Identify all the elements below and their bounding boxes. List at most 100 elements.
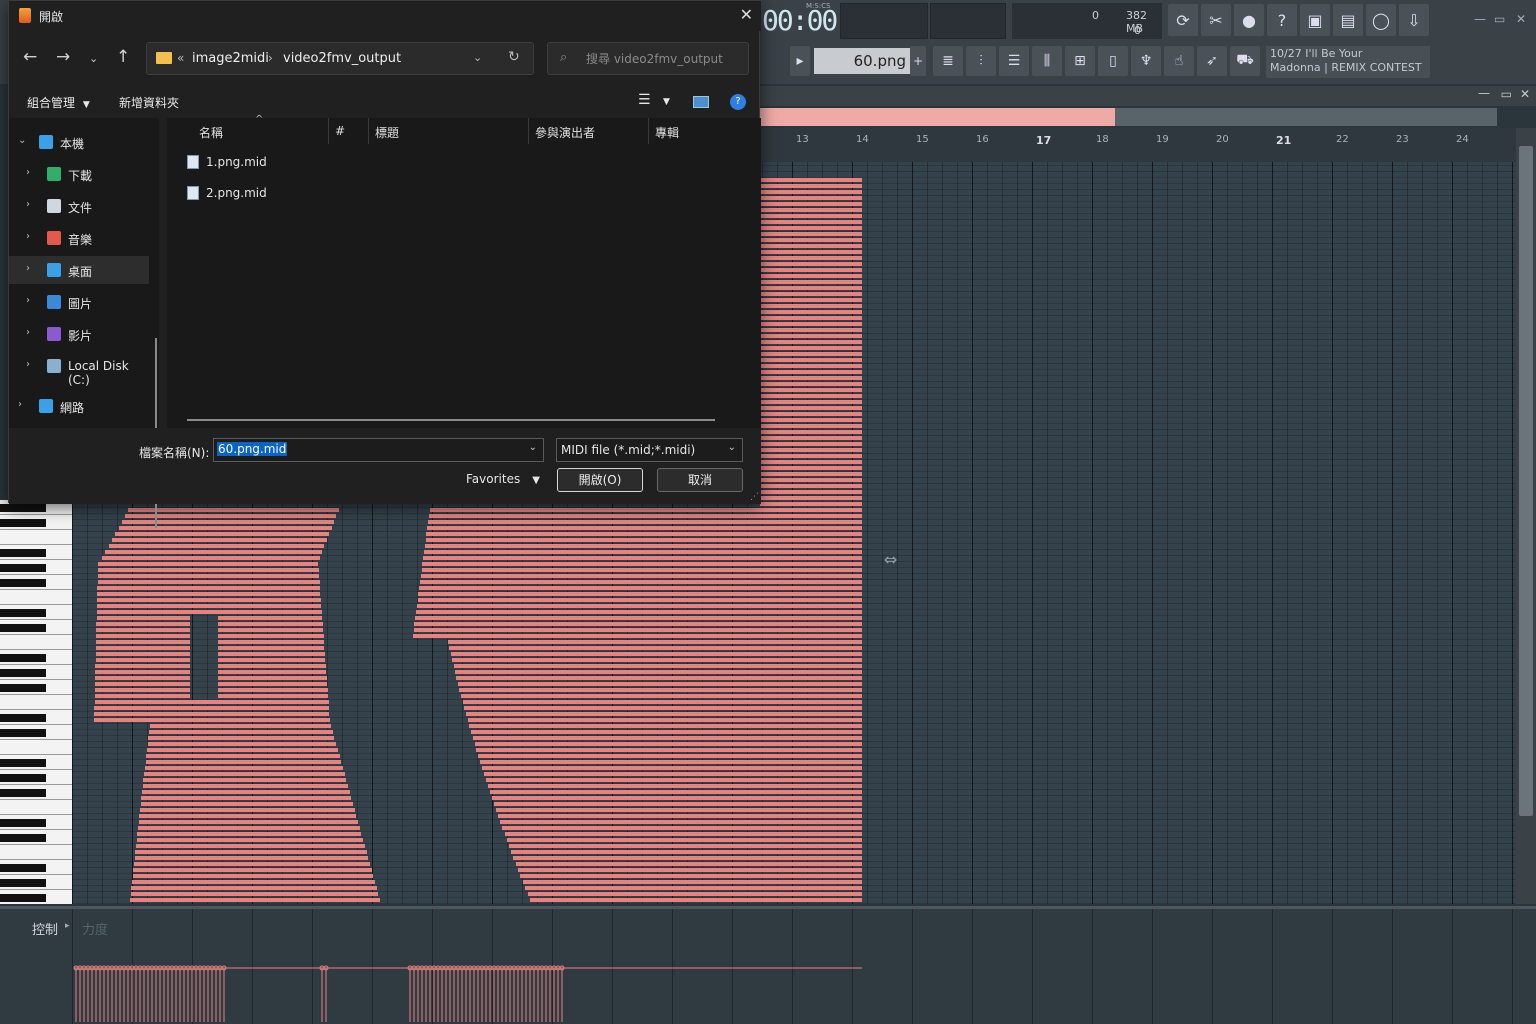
event-editor[interactable]: 控制 ▸ 力度: [0, 906, 1536, 1024]
midi-note[interactable]: [509, 844, 862, 848]
midi-note[interactable]: [95, 694, 190, 698]
midi-note[interactable]: [760, 466, 862, 470]
midi-note[interactable]: [218, 652, 325, 656]
scroll-thumb[interactable]: [1519, 146, 1533, 816]
midi-note[interactable]: [760, 178, 862, 182]
horizontal-scrollbar[interactable]: [187, 419, 715, 421]
midi-note[interactable]: [498, 814, 862, 818]
midi-note[interactable]: [149, 730, 333, 734]
address-bar[interactable]: « image2midi › video2fmv_output ⌄ ↻: [146, 42, 534, 75]
midi-note[interactable]: [760, 442, 862, 446]
organize-button[interactable]: 組合管理 ▼: [27, 94, 90, 111]
midi-note[interactable]: [456, 676, 862, 680]
chevron-down-icon[interactable]: ⌄: [728, 442, 736, 453]
midi-note[interactable]: [760, 460, 862, 464]
close-icon[interactable]: ✕: [740, 5, 753, 24]
midi-note[interactable]: [97, 598, 321, 602]
up-arrow-icon[interactable]: ↑: [116, 47, 130, 67]
midi-note[interactable]: [760, 496, 862, 500]
midi-note[interactable]: [452, 658, 862, 662]
midi-note[interactable]: [760, 316, 862, 320]
midi-note[interactable]: [97, 592, 320, 596]
midi-note[interactable]: [96, 658, 190, 662]
collapse-chevron-icon[interactable]: ›: [26, 327, 30, 338]
midi-note[interactable]: [760, 358, 862, 362]
midi-note[interactable]: [760, 238, 862, 242]
midi-note[interactable]: [760, 502, 862, 506]
midi-note[interactable]: [109, 544, 324, 548]
midi-note[interactable]: [429, 514, 862, 518]
midi-note[interactable]: [146, 754, 340, 758]
midi-note[interactable]: [95, 676, 190, 680]
midi-note[interactable]: [136, 844, 365, 848]
midi-note[interactable]: [98, 562, 318, 566]
midi-note[interactable]: [137, 832, 361, 836]
midi-note[interactable]: [218, 646, 324, 650]
midi-note[interactable]: [473, 736, 862, 740]
breadcrumb-image2midi[interactable]: image2midi: [192, 51, 269, 66]
midi-note[interactable]: [475, 742, 862, 746]
midi-note[interactable]: [518, 868, 862, 872]
breadcrumb-video2fmv-output[interactable]: video2fmv_output: [283, 51, 401, 66]
back-arrow-icon[interactable]: ←: [23, 47, 37, 67]
midi-note[interactable]: [138, 826, 360, 830]
nav-item[interactable]: › Local Disk (C:): [9, 352, 149, 387]
midi-note[interactable]: [471, 730, 862, 734]
column-separator[interactable]: [368, 118, 369, 144]
new-folder-button[interactable]: 新增資料夾: [119, 94, 179, 111]
midi-note[interactable]: [502, 826, 862, 830]
midi-note[interactable]: [760, 340, 862, 344]
midi-note[interactable]: [449, 646, 862, 650]
nav-item[interactable]: › 網路: [9, 392, 149, 420]
midi-note[interactable]: [414, 628, 862, 632]
midi-note[interactable]: [414, 622, 862, 626]
midi-note[interactable]: [484, 772, 862, 776]
midi-note[interactable]: [760, 208, 862, 212]
midi-note[interactable]: [218, 628, 323, 632]
midi-note[interactable]: [760, 304, 862, 308]
midi-note[interactable]: [97, 586, 320, 590]
midi-note[interactable]: [148, 742, 336, 746]
midi-note[interactable]: [454, 664, 862, 668]
collapse-chevron-icon[interactable]: ›: [26, 199, 30, 210]
midi-note[interactable]: [760, 184, 862, 188]
midi-note[interactable]: [94, 712, 329, 716]
midi-note[interactable]: [97, 610, 322, 614]
midi-note[interactable]: [98, 574, 319, 578]
midi-note[interactable]: [430, 508, 862, 512]
midi-note[interactable]: [132, 880, 375, 884]
view-dropdown-icon[interactable]: ▼: [663, 97, 670, 107]
midi-note[interactable]: [133, 868, 372, 872]
favorites-button[interactable]: Favorites ▼: [466, 472, 540, 486]
midi-note[interactable]: [496, 808, 862, 812]
view-options-icon[interactable]: ☰: [638, 92, 651, 108]
midi-note[interactable]: [139, 820, 358, 824]
midi-note[interactable]: [480, 760, 862, 764]
midi-note[interactable]: [416, 610, 862, 614]
midi-note[interactable]: [418, 592, 862, 596]
help-icon[interactable]: ?: [730, 94, 746, 110]
midi-note[interactable]: [418, 598, 862, 602]
midi-note[interactable]: [486, 778, 862, 782]
midi-note[interactable]: [488, 784, 862, 788]
search-input[interactable]: [586, 50, 742, 68]
midi-note[interactable]: [131, 886, 377, 890]
breadcrumb-chevron-icon[interactable]: ›: [268, 51, 273, 65]
midi-note[interactable]: [523, 880, 862, 884]
midi-note[interactable]: [760, 322, 862, 326]
nav-item[interactable]: › 影片: [9, 320, 149, 348]
midi-note[interactable]: [422, 562, 862, 566]
collapse-chevron-icon[interactable]: ›: [26, 359, 30, 370]
midi-note[interactable]: [459, 688, 862, 692]
file-item[interactable]: 2.png.mid: [187, 183, 447, 205]
midi-note[interactable]: [421, 574, 862, 578]
midi-note[interactable]: [469, 724, 862, 728]
midi-note[interactable]: [150, 724, 331, 728]
midi-note[interactable]: [760, 376, 862, 380]
midi-note[interactable]: [143, 784, 348, 788]
midi-note[interactable]: [448, 640, 862, 644]
midi-note[interactable]: [96, 640, 190, 644]
midi-note[interactable]: [133, 874, 373, 878]
midi-note[interactable]: [760, 388, 862, 392]
midi-note[interactable]: [760, 286, 862, 290]
